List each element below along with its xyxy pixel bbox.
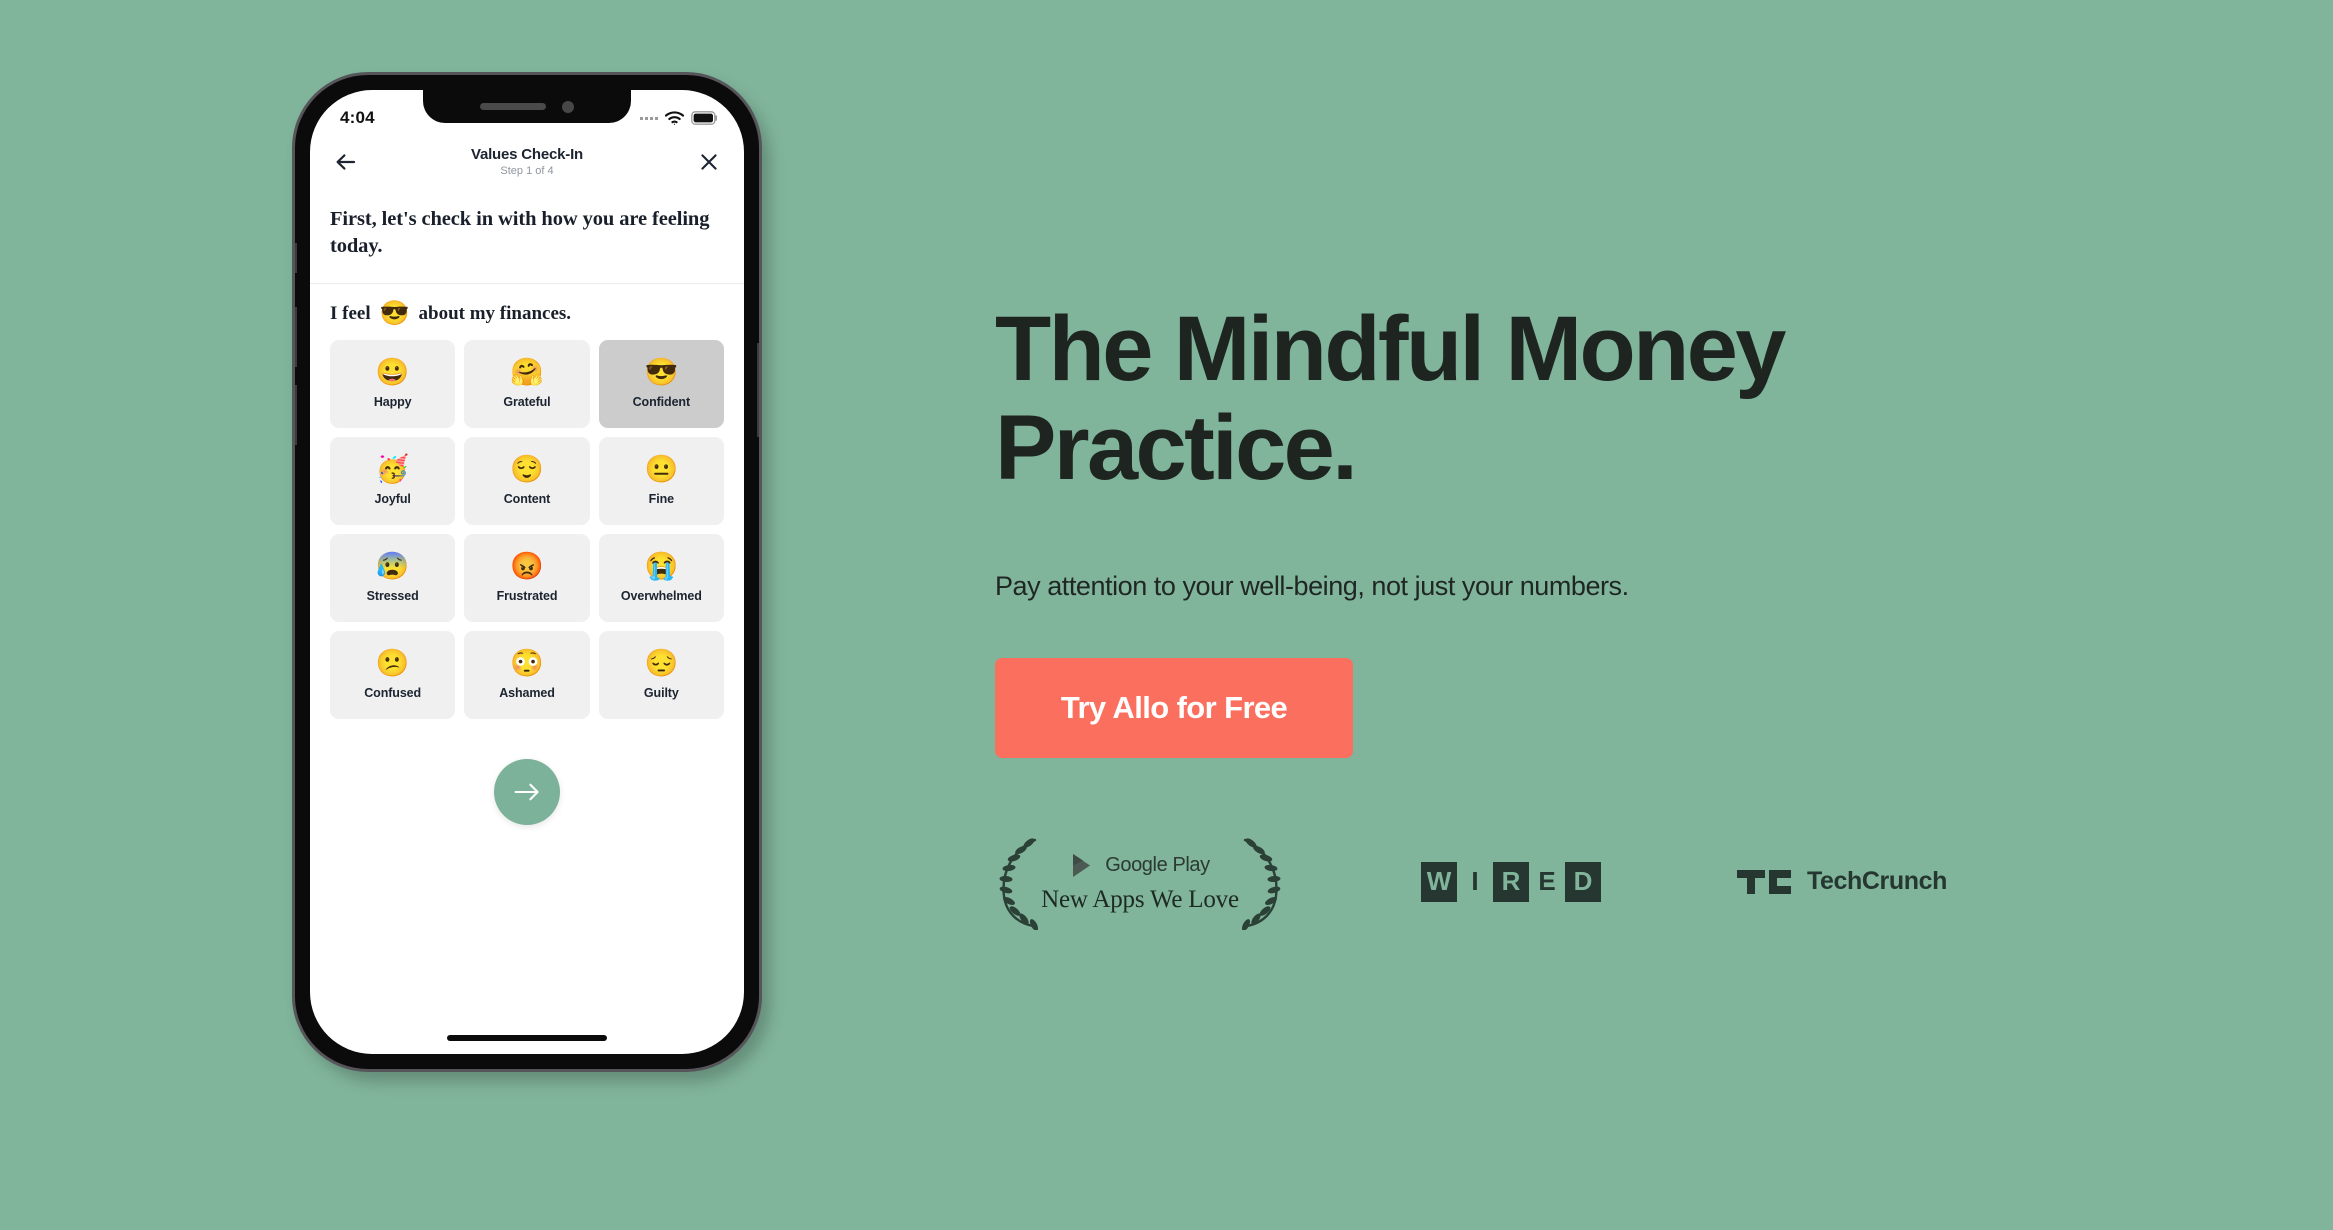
back-arrow-icon (336, 154, 355, 170)
step-indicator: Step 1 of 4 (500, 164, 554, 177)
wired-letter-d: D (1565, 861, 1601, 902)
hero-title-line-1: The Mindful Money (995, 298, 1786, 400)
phone-mockup: 4:04 Values Check-In Step 1 of 4 First, … (292, 72, 770, 1082)
google-play-triangle-icon (1073, 853, 1091, 877)
techcrunch-wordmark: TechCrunch (1807, 867, 1947, 896)
emotion-tile-joyful[interactable]: 🥳 Joyful (330, 436, 456, 525)
emotion-emoji: 🥳 (375, 453, 410, 484)
tc-monogram-icon (1737, 869, 1791, 894)
selected-emotion-emoji: 😎 (379, 300, 410, 327)
app-header: Values Check-In Step 1 of 4 (310, 136, 744, 188)
laurel-wreath-left-icon (999, 838, 1039, 930)
emotion-emoji: 😳 (510, 647, 544, 678)
earpiece-speaker-icon (480, 103, 546, 110)
emotion-tile-ashamed[interactable]: 😳 Ashamed (464, 630, 590, 719)
award-inner: Google Play New Apps We Love (1041, 852, 1239, 912)
sentence-suffix: about my finances. (418, 302, 572, 324)
home-indicator[interactable] (447, 1035, 607, 1041)
power-button[interactable] (757, 343, 759, 437)
emotion-tile-confused[interactable]: 😕 Confused (330, 630, 456, 719)
sentence-prefix: I feel (330, 302, 371, 324)
signal-dots-icon (640, 116, 658, 120)
emotion-tile-overwhelmed[interactable]: 😭 Overwhelmed (598, 533, 724, 622)
emotion-label: Confident (632, 394, 691, 409)
phone-body: 4:04 Values Check-In Step 1 of 4 First, … (292, 72, 762, 1072)
cta-label: Try Allo for Free (1060, 689, 1288, 725)
wifi-icon (665, 111, 684, 125)
wired-letter-r: R (1493, 861, 1529, 902)
emotion-label: Joyful (374, 491, 411, 506)
close-button[interactable] (692, 145, 726, 179)
emotion-tile-happy[interactable]: 😀 Happy (330, 339, 456, 428)
next-button-row (310, 758, 744, 825)
laurel-wreath-right-icon (1241, 838, 1281, 930)
emotion-label: Frustrated (496, 588, 558, 603)
close-x-icon (701, 154, 717, 170)
status-indicators (640, 111, 718, 125)
emotion-emoji: 😎 (644, 356, 679, 387)
emotion-emoji: 😡 (510, 550, 544, 581)
emotion-label: Guilty (643, 685, 679, 700)
prompt-block: First, let's check in with how you are f… (310, 188, 744, 284)
emotion-emoji: 😌 (510, 453, 544, 484)
emotion-emoji: 😕 (375, 647, 410, 678)
techcrunch-logo: TechCrunch (1737, 866, 1947, 898)
emotion-emoji: 😐 (644, 453, 679, 484)
wired-logo: WIRED (1421, 861, 1601, 902)
emotion-emoji: 😀 (375, 356, 410, 387)
emotion-tile-fine[interactable]: 😐 Fine (598, 436, 724, 525)
volume-down-button[interactable] (295, 385, 297, 445)
header-titles: Values Check-In Step 1 of 4 (362, 145, 692, 177)
mute-switch[interactable] (295, 243, 297, 273)
emotion-emoji: 😔 (644, 647, 679, 678)
volume-up-button[interactable] (295, 307, 297, 367)
prompt-text: First, let's check in with how you are f… (330, 208, 710, 258)
wired-letter-e: E (1538, 866, 1556, 897)
app-content: First, let's check in with how you are f… (310, 188, 744, 1054)
google-play-award-badge: Google Play New Apps We Love (995, 834, 1285, 930)
battery-icon (691, 111, 717, 125)
emotion-emoji: 😭 (644, 550, 679, 581)
emotion-label: Content (503, 491, 551, 506)
hero-title: The Mindful Money Practice. (995, 298, 1795, 500)
emotion-label: Ashamed (499, 685, 555, 700)
emotion-label: Happy (373, 394, 412, 409)
wired-letter-i: I (1471, 866, 1479, 897)
press-logos-row: Google Play New Apps We Love W I R E D T… (995, 834, 2175, 930)
phone-screen: 4:04 Values Check-In Step 1 of 4 First, … (310, 90, 744, 1054)
phone-notch (423, 90, 631, 123)
emotion-label: Stressed (366, 588, 419, 603)
google-play-row: Google Play (1041, 852, 1239, 879)
google-play-label: Google Play (1105, 854, 1210, 877)
emotion-emoji: 🤗 (510, 356, 544, 387)
emotion-tile-content[interactable]: 😌 Content (464, 436, 590, 525)
award-caption: New Apps We Love (1041, 885, 1239, 913)
try-allo-for-free-button[interactable]: Try Allo for Free (995, 657, 1353, 758)
emotion-tile-grateful[interactable]: 🤗 Grateful (464, 339, 590, 428)
emotion-label: Overwhelmed (620, 588, 702, 603)
emotion-tile-frustrated[interactable]: 😡 Frustrated (464, 533, 590, 622)
emotion-tile-confident[interactable]: 😎 Confident (598, 339, 724, 428)
emotion-tile-guilty[interactable]: 😔 Guilty (598, 630, 724, 719)
emotion-grid: 😀 Happy 🤗 Grateful 😎 Confident 🥳 Joyful 😌 Content… (310, 339, 744, 719)
page-title: Values Check-In (470, 145, 584, 163)
status-time: 4:04 (340, 108, 375, 127)
emotion-label: Grateful (503, 394, 551, 409)
emotion-label: Confused (364, 685, 422, 700)
back-button[interactable] (328, 145, 362, 179)
hero-title-line-2: Practice. (995, 397, 1358, 500)
wired-letter-w: W (1421, 861, 1457, 902)
emotion-tile-stressed[interactable]: 😰 Stressed (330, 533, 456, 622)
feeling-sentence: I feel 😎 about my finances. (310, 284, 744, 340)
arrow-right-icon (514, 783, 539, 800)
front-camera-icon (562, 100, 574, 113)
next-button[interactable] (494, 758, 560, 825)
emotion-emoji: 😰 (375, 550, 410, 581)
hero-section: The Mindful Money Practice. Pay attentio… (995, 298, 2175, 930)
hero-subtitle: Pay attention to your well-being, not ju… (995, 570, 1629, 601)
emotion-label: Fine (648, 491, 674, 506)
